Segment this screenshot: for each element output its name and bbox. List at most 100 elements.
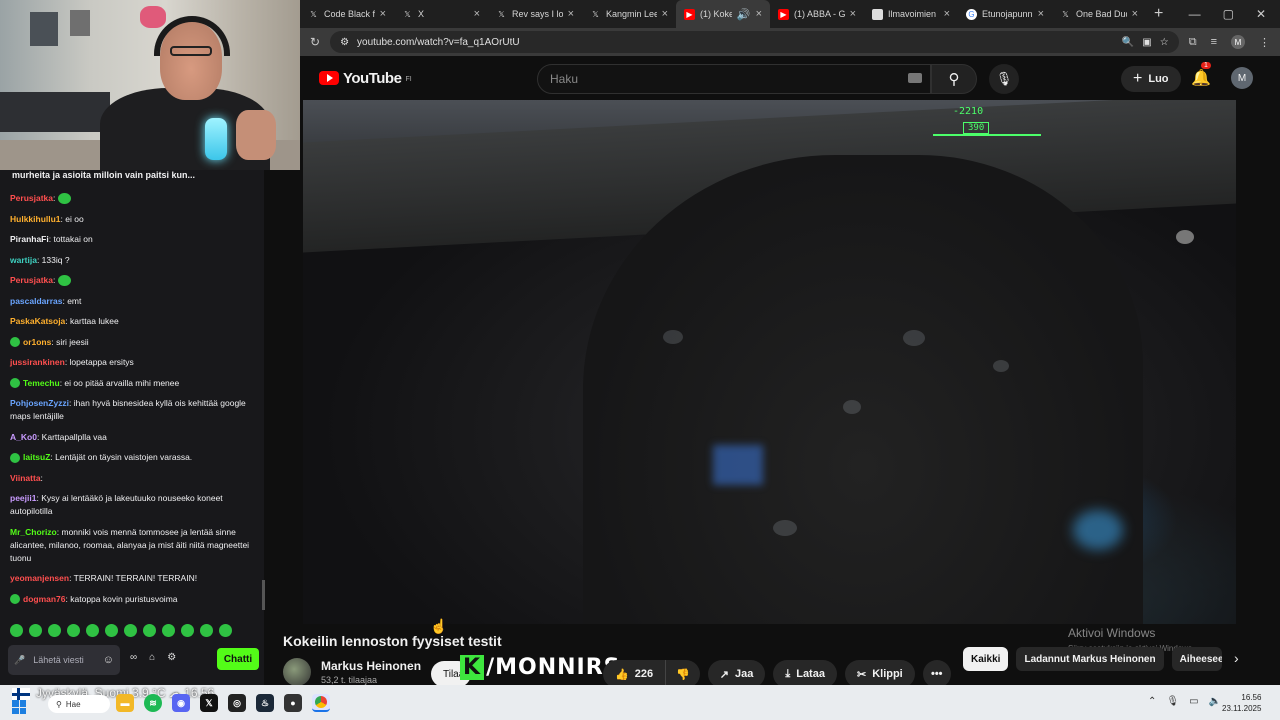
reload-icon[interactable]: ↻ xyxy=(310,35,320,49)
chat-username[interactable]: PohjosenZyzzi xyxy=(10,398,69,408)
chat-username[interactable]: Perusjatka xyxy=(10,193,53,203)
profile-avatar[interactable]: M xyxy=(1231,35,1245,49)
chip-all[interactable]: Kaikki xyxy=(963,647,1009,671)
emote-icon[interactable] xyxy=(10,624,23,637)
close-tab-icon[interactable]: × xyxy=(850,8,856,20)
tab-rev-says[interactable]: 𝕏 Rev says I lov × xyxy=(488,0,582,28)
chat-username[interactable]: PiranhaFi xyxy=(10,234,49,244)
chat-input[interactable]: 🎤 Lähetä viesti ☺ xyxy=(8,645,120,675)
tab-kangmin-lee[interactable]: 𝕏 Kangmin Lee × xyxy=(582,0,676,28)
emoji-icon[interactable]: ☺ xyxy=(103,654,114,666)
cast-icon[interactable]: ▣ xyxy=(1142,37,1151,48)
chat-username[interactable]: wartija xyxy=(10,255,37,265)
clip-button[interactable]: ✂ Klippi xyxy=(844,660,915,688)
minimize-icon[interactable]: — xyxy=(1189,7,1201,21)
like-button[interactable]: 👍 226 xyxy=(603,660,667,688)
tab-code-black[interactable]: 𝕏 Code Black fr × xyxy=(300,0,394,28)
taskbar-clock[interactable]: 16.56 23.11.2025 xyxy=(1222,692,1261,714)
create-button[interactable]: + Luo xyxy=(1121,66,1181,92)
search-button[interactable]: ⚲ xyxy=(931,64,977,94)
account-avatar[interactable]: M xyxy=(1231,67,1253,89)
chat-username[interactable]: Temechu xyxy=(23,378,60,388)
x-app-icon[interactable]: 𝕏 xyxy=(200,694,218,712)
url-field[interactable]: ⚙ youtube.com/watch?v=fa_q1AOrUtU 🔍 ▣ ☆ xyxy=(330,31,1179,53)
close-tab-icon[interactable]: × xyxy=(1038,8,1044,20)
chevron-up-icon[interactable]: ⌃ xyxy=(1148,696,1156,707)
notifications-button[interactable]: 🔔 1 xyxy=(1191,62,1211,88)
emote-icon[interactable] xyxy=(200,624,213,637)
send-chat-button[interactable]: Chatti xyxy=(217,648,259,670)
windows-start-icon[interactable] xyxy=(12,700,26,714)
maximize-icon[interactable]: ▢ xyxy=(1223,7,1234,21)
chat-username[interactable]: A_Ko0 xyxy=(10,432,37,442)
emote-icon[interactable] xyxy=(219,624,232,637)
emote-icon[interactable] xyxy=(48,624,61,637)
emote-icon[interactable] xyxy=(86,624,99,637)
chat-username[interactable]: jussirankinen xyxy=(10,357,65,367)
chat-username[interactable]: laitsuZ xyxy=(23,452,50,462)
close-tab-icon[interactable]: × xyxy=(568,8,574,20)
chat-username[interactable]: Viinatta xyxy=(10,473,41,483)
channel-name[interactable]: Markus Heinonen xyxy=(321,659,421,673)
more-actions-button[interactable]: ••• xyxy=(922,660,951,688)
file-explorer-icon[interactable]: ▬ xyxy=(116,694,134,712)
close-window-icon[interactable]: ✕ xyxy=(1256,7,1266,21)
mic-purple-icon[interactable]: 🎤 xyxy=(14,655,25,666)
emote-icon[interactable] xyxy=(124,624,137,637)
search-input[interactable]: Haku xyxy=(537,64,931,94)
close-tab-icon[interactable]: × xyxy=(756,8,762,20)
discord-icon[interactable]: ◉ xyxy=(172,694,190,712)
close-tab-icon[interactable]: × xyxy=(944,8,950,20)
speaker-icon[interactable]: 🔊 xyxy=(737,8,751,21)
chat-username[interactable]: or1ons xyxy=(23,337,51,347)
settings-gear-icon[interactable]: ⚙ xyxy=(167,652,176,663)
emote-icon[interactable] xyxy=(143,624,156,637)
emote-icon[interactable] xyxy=(67,624,80,637)
voice-search-button[interactable]: 🎙 xyxy=(989,64,1019,94)
chip-uploaded-by[interactable]: Ladannut Markus Heinonen xyxy=(1016,647,1164,671)
site-info-icon[interactable]: ⚙ xyxy=(340,37,349,48)
chat-username[interactable]: PaskaKatsoja xyxy=(10,316,65,326)
shop-icon[interactable]: ⌂ xyxy=(149,652,155,663)
chat-username[interactable]: peejii1 xyxy=(10,493,36,503)
volume-icon[interactable]: 🔈 xyxy=(1209,696,1221,707)
emote-icon[interactable] xyxy=(105,624,118,637)
tab-x[interactable]: 𝕏 X × xyxy=(394,0,488,28)
menu-kebab-icon[interactable]: ⋮ xyxy=(1259,36,1270,49)
game-app-icon[interactable]: ● xyxy=(284,694,302,712)
video-player[interactable]: -2210 390 xyxy=(303,100,1236,624)
emote-icon[interactable] xyxy=(162,624,175,637)
media-icon[interactable]: ≡ xyxy=(1211,36,1217,48)
channel-avatar[interactable] xyxy=(283,658,311,686)
close-tab-icon[interactable]: × xyxy=(662,8,668,20)
obs-icon[interactable]: ◎ xyxy=(228,694,246,712)
extensions-icon[interactable]: ⧉ xyxy=(1189,36,1197,49)
youtube-logo[interactable]: YouTube FI xyxy=(319,70,412,87)
emote-icon[interactable] xyxy=(181,624,194,637)
chat-username[interactable]: dogman76 xyxy=(23,594,66,604)
close-tab-icon[interactable]: × xyxy=(380,8,386,20)
tab-etunojapunn[interactable]: G Etunojapunn × xyxy=(958,0,1052,28)
spotify-icon[interactable]: ≋ xyxy=(144,694,162,712)
close-tab-icon[interactable]: × xyxy=(474,8,480,20)
chat-username[interactable]: pascaldarras xyxy=(10,296,62,306)
bookmark-star-icon[interactable]: ☆ xyxy=(1160,37,1169,48)
tab-abba[interactable]: ▶ (1) ABBA - Gi × xyxy=(770,0,864,28)
new-tab-button[interactable]: + xyxy=(1146,5,1171,23)
keyboard-icon[interactable] xyxy=(908,73,922,83)
chrome-icon[interactable] xyxy=(312,694,330,712)
chevron-right-icon[interactable]: › xyxy=(1234,650,1239,666)
chat-scrollbar[interactable] xyxy=(262,580,265,610)
chat-username[interactable]: Hulkkihullu1 xyxy=(10,214,61,224)
network-icon[interactable]: ▭ xyxy=(1189,696,1198,707)
chat-username[interactable]: yeomanjensen xyxy=(10,573,69,583)
chat-username[interactable]: Mr_Chorizo xyxy=(10,527,57,537)
tab-kokeil-active[interactable]: ▶(1) Kokeil🔊× xyxy=(676,0,770,28)
microphone-tray-icon[interactable]: 🎙 xyxy=(1166,696,1179,707)
chip-related[interactable]: Aiheeseen xyxy=(1171,647,1222,671)
steam-icon[interactable]: ♨ xyxy=(256,694,274,712)
emote-icon[interactable] xyxy=(29,624,42,637)
download-button[interactable]: ⤓ Lataa xyxy=(773,660,837,688)
tab-one-bad-dud[interactable]: 𝕏 One Bad Dud × xyxy=(1052,0,1146,28)
points-icon[interactable]: ∞ xyxy=(130,652,137,663)
